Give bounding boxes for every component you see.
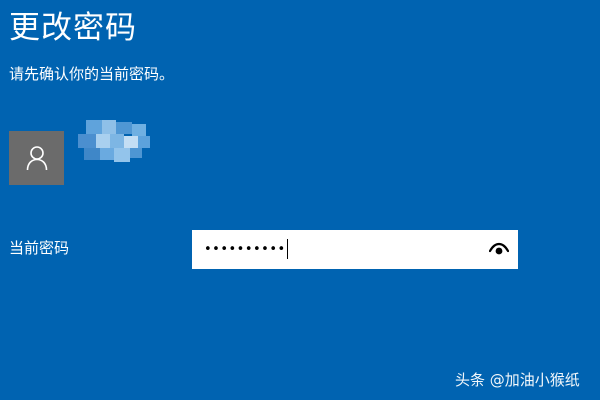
current-password-value[interactable]: •••••••••• bbox=[204, 230, 288, 269]
page-title: 更改密码 bbox=[9, 10, 137, 46]
text-caret bbox=[286, 238, 288, 259]
current-password-field[interactable]: •••••••••• bbox=[192, 230, 518, 269]
user-icon bbox=[26, 146, 47, 171]
blurred-account-name bbox=[72, 118, 152, 166]
password-dots: •••••••••• bbox=[204, 242, 286, 257]
reveal-password-button[interactable] bbox=[488, 239, 510, 259]
current-password-label: 当前密码 bbox=[9, 239, 70, 257]
avatar bbox=[9, 131, 64, 185]
eye-icon bbox=[489, 242, 509, 255]
page-subtitle: 请先确认你的当前密码。 bbox=[9, 65, 175, 83]
watermark-text: 头条 @加油小猴纸 bbox=[455, 371, 580, 389]
